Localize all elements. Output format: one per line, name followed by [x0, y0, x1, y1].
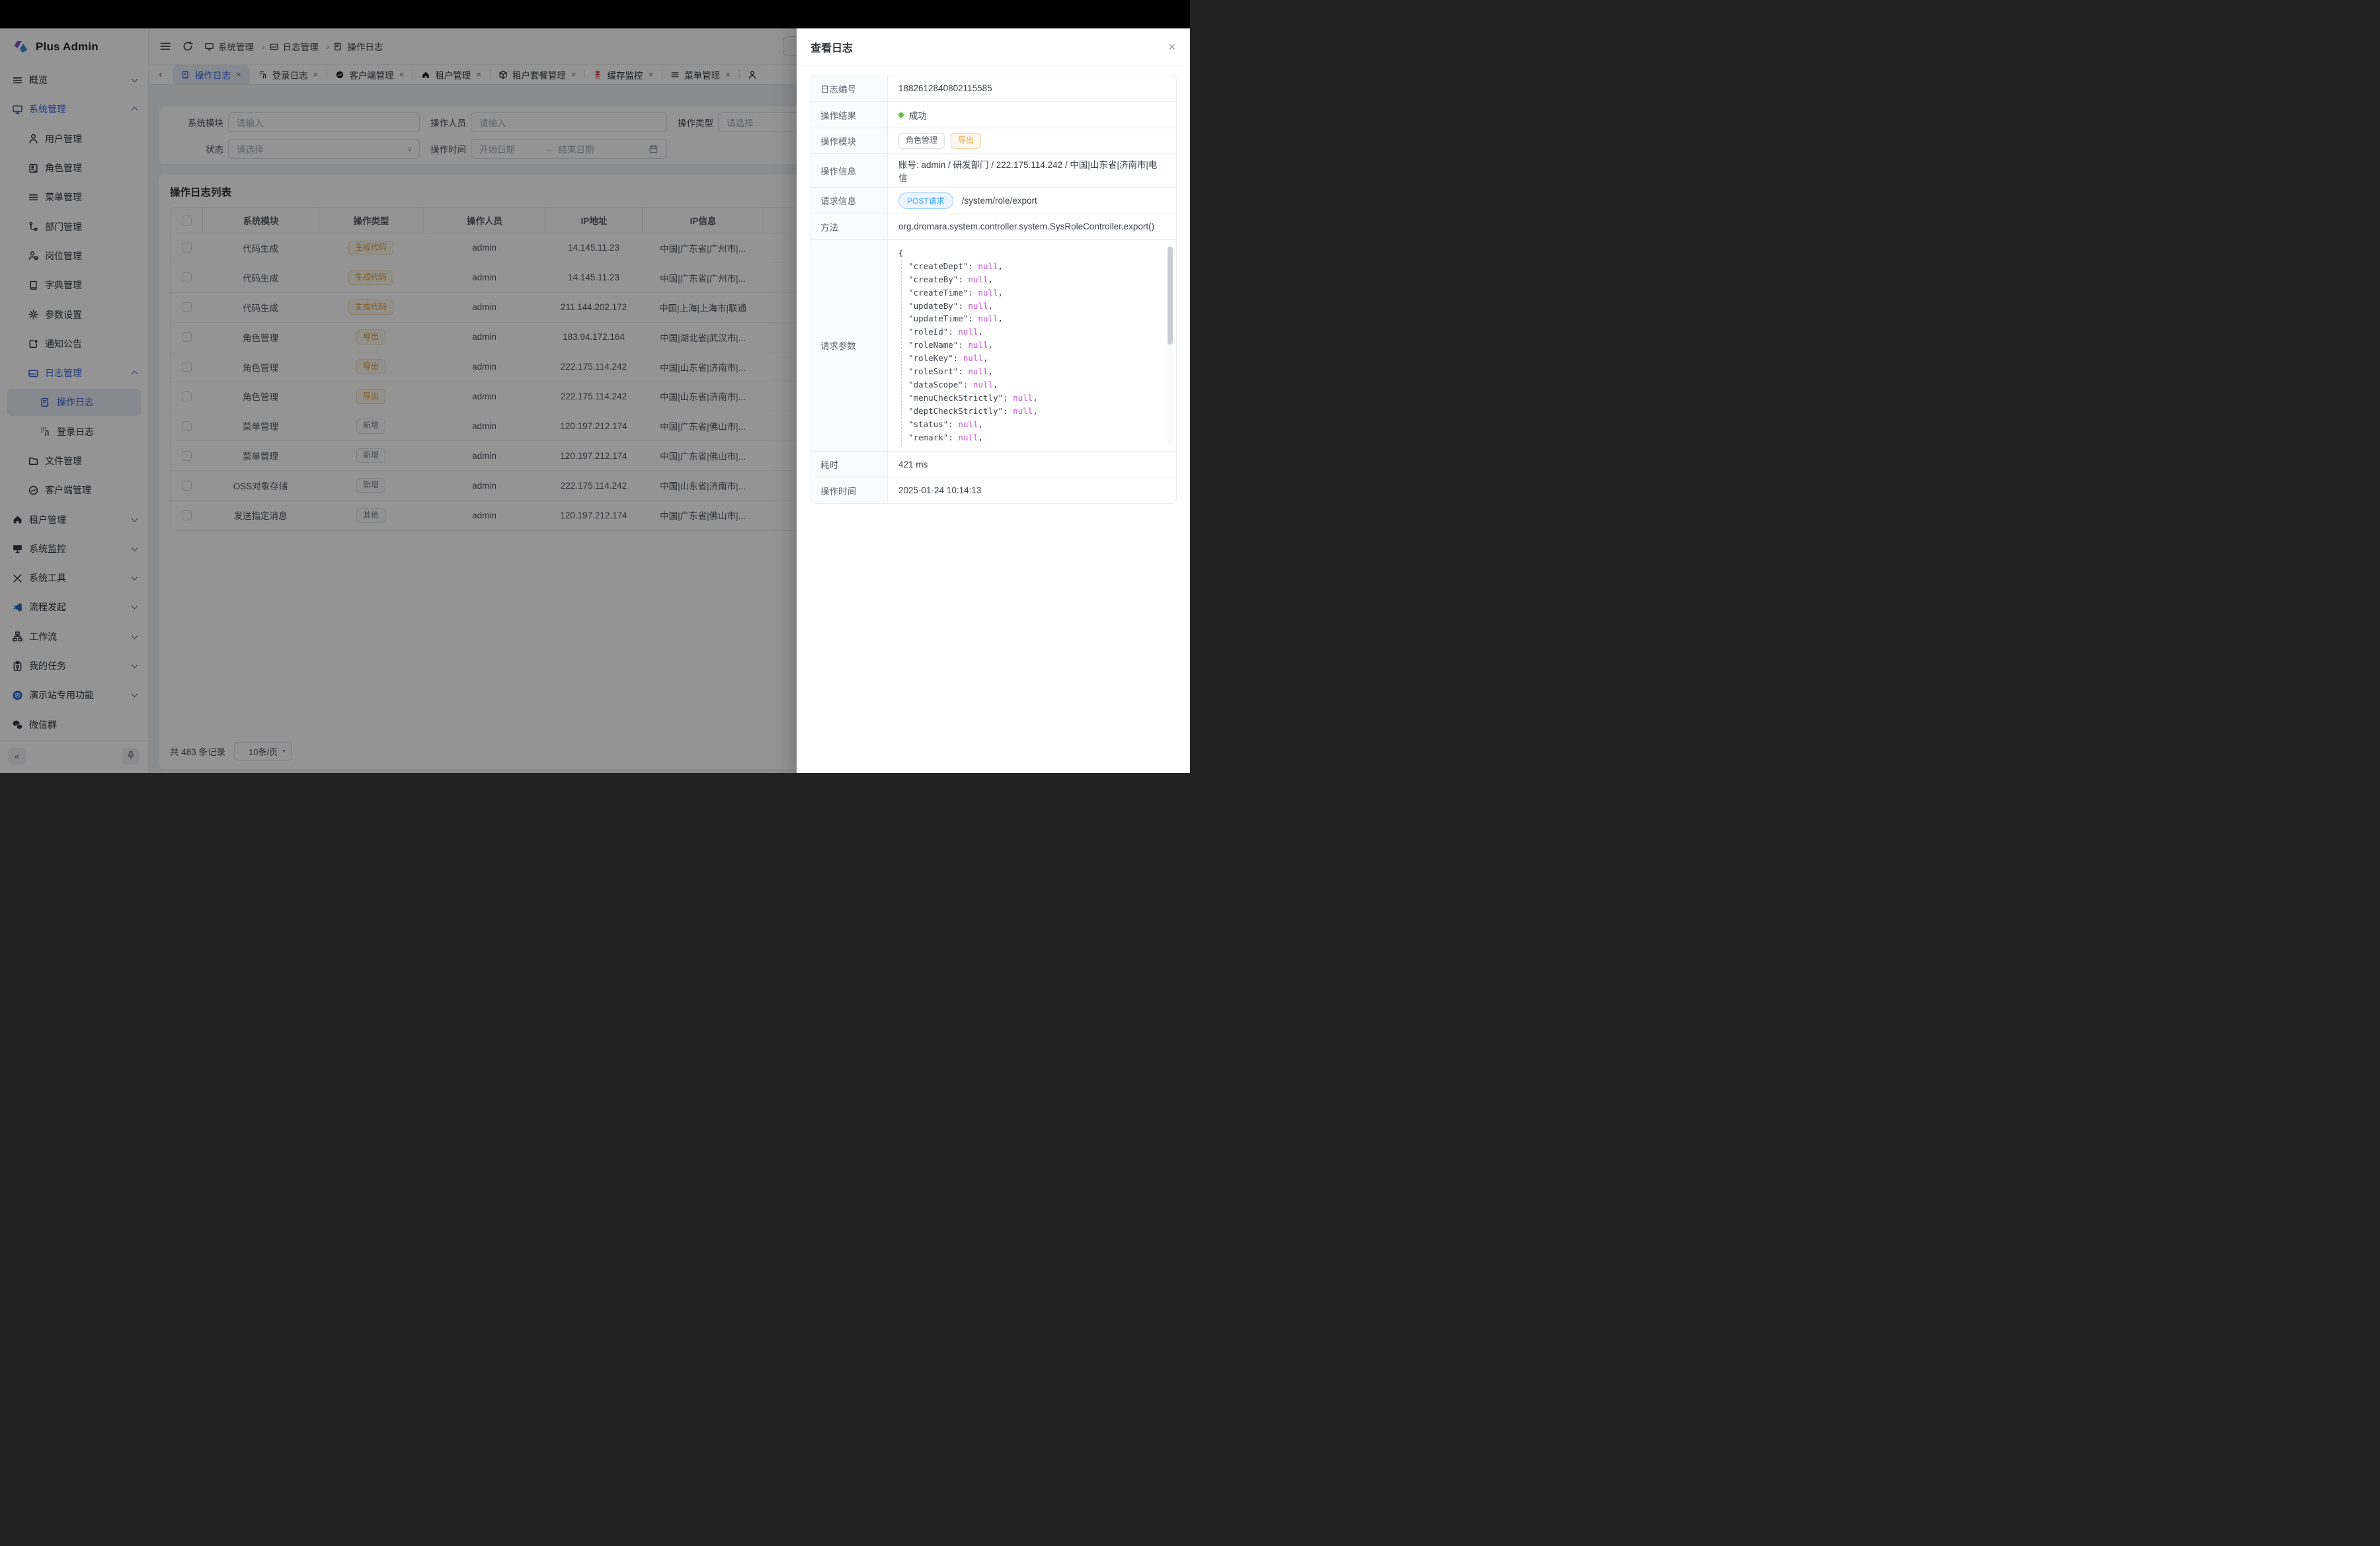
detail-row-log-id: 日志编号 1882612840802115585	[811, 75, 1176, 101]
indent-guide	[901, 261, 902, 446]
detail-row-duration: 耗时 421 ms	[811, 451, 1176, 477]
param-line: "menuCheckStrictly": null,	[898, 391, 1166, 405]
detail-row-module: 操作模块 角色管理 导出	[811, 128, 1176, 153]
success-dot-icon	[898, 112, 904, 118]
param-line: "roleSort": null,	[898, 365, 1166, 378]
operation-info-value: 账号: admin / 研发部门 / 222.175.114.242 / 中国|…	[888, 154, 1176, 187]
param-line: "createDept": null,	[898, 260, 1166, 273]
param-line: "updateTime": null,	[898, 312, 1166, 325]
request-path: /system/role/export	[962, 196, 1037, 206]
log-detail-table: 日志编号 1882612840802115585 操作结果 成功 操作模块 角色…	[811, 75, 1177, 504]
detail-row-result: 操作结果 成功	[811, 101, 1176, 127]
post-request-tag: POST请求	[898, 192, 953, 209]
drawer-title: 查看日志	[811, 39, 853, 55]
result-value: 成功	[909, 108, 927, 122]
param-line: {	[898, 247, 1166, 260]
param-line: "roleKey": null,	[898, 352, 1166, 365]
param-line: "roleName": null,	[898, 339, 1166, 352]
param-line: "remark": null,	[898, 431, 1166, 444]
request-params-code: { "createDept": null, "createBy": null, …	[888, 240, 1176, 451]
close-icon[interactable]: ×	[1168, 41, 1175, 53]
top-black-bar	[0, 0, 1190, 28]
module-tag: 角色管理	[898, 133, 945, 149]
detail-row-params: 请求参数 { "createDept": null, "createBy": n…	[811, 239, 1176, 451]
operation-time-value: 2025-01-24 10:14:13	[888, 477, 1176, 503]
drawer-header: 查看日志 ×	[797, 28, 1190, 65]
param-line: "updateBy": null,	[898, 300, 1166, 313]
duration-value: 421 ms	[888, 452, 1176, 477]
log-id-value: 1882612840802115585	[888, 75, 1176, 101]
param-line: "createBy": null,	[898, 273, 1166, 286]
detail-row-request: 请求信息 POST请求 /system/role/export	[811, 187, 1176, 213]
param-line: "createTime": null,	[898, 286, 1166, 300]
param-line: "roleId": null,	[898, 325, 1166, 339]
action-tag: 导出	[951, 133, 981, 149]
view-log-drawer: 查看日志 × 日志编号 1882612840802115585 操作结果 成功 …	[797, 28, 1190, 773]
method-value: org.dromara.system.controller.system.Sys…	[888, 214, 1176, 239]
detail-row-time: 操作时间 2025-01-24 10:14:13	[811, 477, 1176, 503]
app-window: Plus Admin 概览 系统管理 用户管理 角色管理 菜单管理 部门管理 岗…	[0, 0, 1190, 773]
param-line: "dataScope": null,	[898, 378, 1166, 391]
param-line: "status": null,	[898, 418, 1166, 431]
detail-row-info: 操作信息 账号: admin / 研发部门 / 222.175.114.242 …	[811, 153, 1176, 187]
code-scrollbar-thumb[interactable]	[1168, 247, 1173, 345]
param-line: "deptCheckStrictly": null,	[898, 405, 1166, 418]
detail-row-method: 方法 org.dromara.system.controller.system.…	[811, 214, 1176, 239]
